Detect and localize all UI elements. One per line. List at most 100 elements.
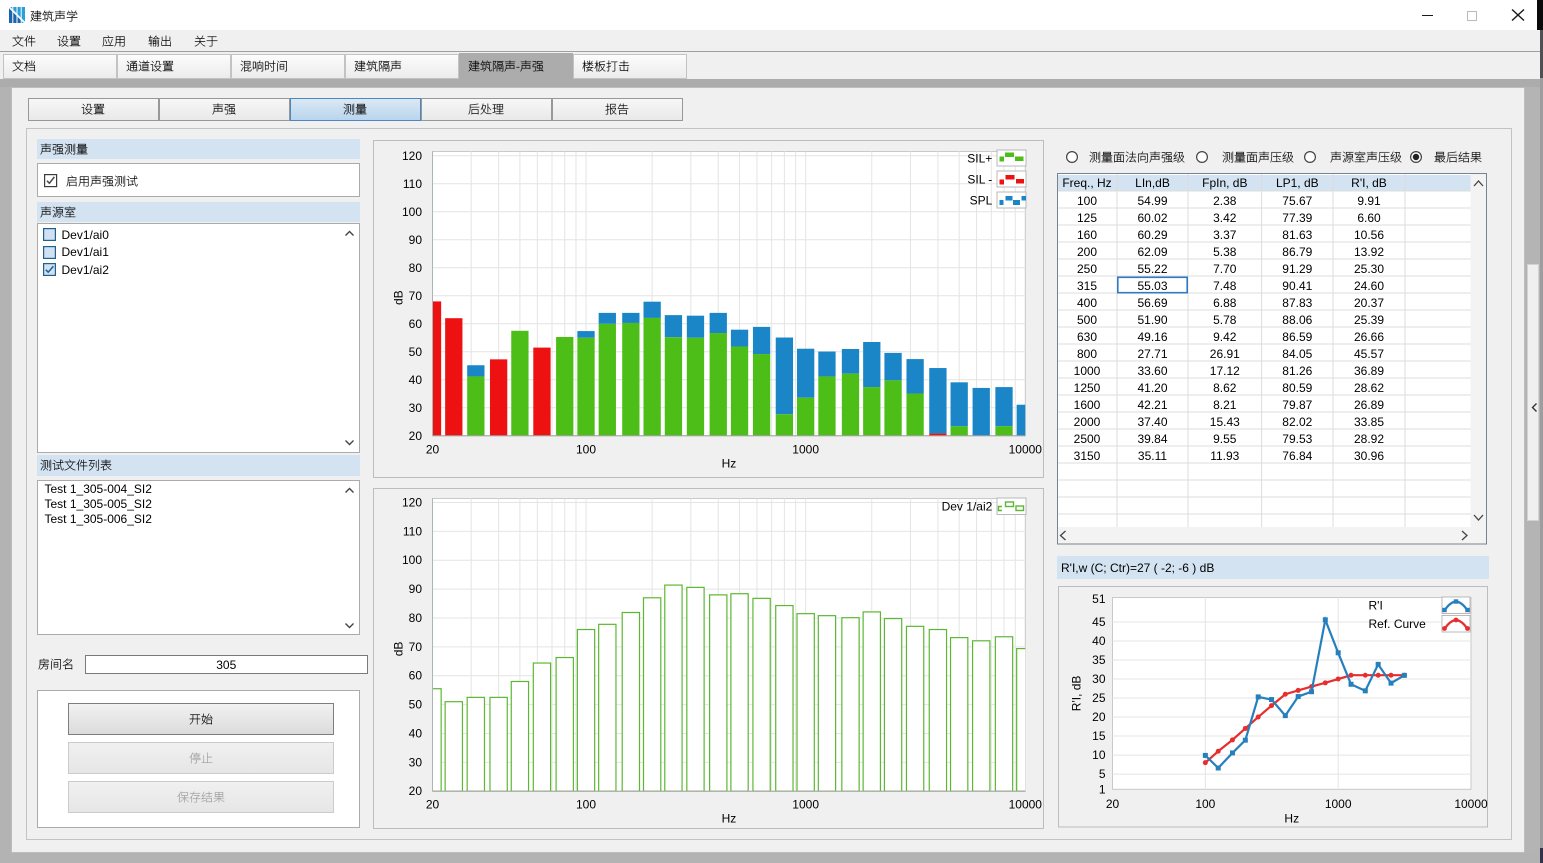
- svg-text:100: 100: [401, 204, 421, 218]
- svg-text:100: 100: [576, 797, 596, 811]
- svg-text:90: 90: [408, 232, 422, 246]
- svg-text:80.59: 80.59: [1282, 381, 1312, 395]
- svg-text:90.41: 90.41: [1282, 279, 1312, 293]
- svg-text:81.26: 81.26: [1282, 364, 1312, 378]
- svg-text:6.88: 6.88: [1213, 296, 1237, 310]
- svg-text:36.89: 36.89: [1354, 364, 1384, 378]
- svg-text:LIn,dB: LIn,dB: [1135, 176, 1170, 190]
- svg-text:77.39: 77.39: [1282, 211, 1312, 225]
- svg-text:200: 200: [1077, 245, 1097, 259]
- svg-text:120: 120: [401, 148, 421, 162]
- svg-text:20: 20: [408, 784, 422, 798]
- svg-text:2.38: 2.38: [1213, 194, 1237, 208]
- svg-text:3.37: 3.37: [1213, 228, 1237, 242]
- svg-text:120: 120: [401, 495, 421, 509]
- svg-text:250: 250: [1077, 262, 1097, 276]
- svg-text:dB: dB: [391, 290, 405, 305]
- svg-text:79.87: 79.87: [1282, 398, 1312, 412]
- svg-text:3150: 3150: [1074, 449, 1101, 463]
- svg-text:630: 630: [1077, 330, 1097, 344]
- svg-text:LP1, dB: LP1, dB: [1276, 176, 1319, 190]
- svg-text:10.56: 10.56: [1354, 228, 1384, 242]
- svg-text:26.66: 26.66: [1354, 330, 1384, 344]
- svg-text:R'I: R'I: [1368, 599, 1382, 613]
- svg-text:3.42: 3.42: [1213, 211, 1237, 225]
- svg-text:1: 1: [1098, 782, 1105, 796]
- svg-text:13.92: 13.92: [1354, 245, 1384, 259]
- svg-text:Freq., Hz: Freq., Hz: [1062, 176, 1111, 190]
- svg-text:6.60: 6.60: [1357, 211, 1381, 225]
- svg-text:Dev 1/ai2: Dev 1/ai2: [941, 499, 992, 513]
- svg-text:100: 100: [1077, 194, 1097, 208]
- svg-text:40: 40: [408, 372, 422, 386]
- svg-text:25: 25: [1092, 691, 1106, 705]
- svg-text:37.40: 37.40: [1137, 415, 1167, 429]
- svg-text:dB: dB: [391, 641, 405, 656]
- svg-text:80: 80: [408, 260, 422, 274]
- svg-text:1250: 1250: [1074, 381, 1101, 395]
- svg-text:82.02: 82.02: [1282, 415, 1312, 429]
- svg-text:1000: 1000: [792, 797, 819, 811]
- svg-text:17.12: 17.12: [1210, 364, 1240, 378]
- svg-text:10000: 10000: [1454, 797, 1488, 811]
- svg-text:62.09: 62.09: [1137, 245, 1167, 259]
- svg-text:315: 315: [1077, 279, 1097, 293]
- svg-text:39.84: 39.84: [1137, 432, 1167, 446]
- svg-text:110: 110: [402, 176, 421, 190]
- svg-text:100: 100: [576, 442, 596, 456]
- svg-text:100: 100: [401, 553, 421, 567]
- svg-text:5: 5: [1098, 767, 1105, 781]
- svg-text:9.91: 9.91: [1357, 194, 1381, 208]
- svg-text:9.55: 9.55: [1213, 432, 1237, 446]
- svg-text:26.89: 26.89: [1354, 398, 1384, 412]
- svg-text:R'I, dB: R'I, dB: [1069, 676, 1083, 712]
- svg-text:15.43: 15.43: [1210, 415, 1240, 429]
- svg-text:25.30: 25.30: [1354, 262, 1384, 276]
- svg-text:Hz: Hz: [1284, 811, 1299, 825]
- svg-text:86.79: 86.79: [1282, 245, 1312, 259]
- svg-text:30: 30: [1092, 672, 1106, 686]
- svg-text:60.29: 60.29: [1137, 228, 1167, 242]
- svg-text:88.06: 88.06: [1282, 313, 1312, 327]
- svg-text:10000: 10000: [1008, 442, 1042, 456]
- svg-text:51.90: 51.90: [1137, 313, 1167, 327]
- svg-text:40: 40: [1092, 634, 1106, 648]
- svg-text:5.38: 5.38: [1213, 245, 1237, 259]
- svg-text:90: 90: [408, 582, 422, 596]
- svg-text:8.62: 8.62: [1213, 381, 1237, 395]
- svg-text:30: 30: [408, 400, 422, 414]
- svg-text:55.22: 55.22: [1137, 262, 1167, 276]
- svg-text:28.92: 28.92: [1354, 432, 1384, 446]
- svg-text:28.62: 28.62: [1354, 381, 1384, 395]
- svg-text:SPL: SPL: [969, 193, 992, 207]
- svg-text:20: 20: [1105, 797, 1119, 811]
- svg-text:800: 800: [1077, 347, 1097, 361]
- svg-text:76.84: 76.84: [1282, 449, 1312, 463]
- svg-text:125: 125: [1077, 211, 1097, 225]
- svg-text:20: 20: [425, 442, 439, 456]
- svg-text:35: 35: [1092, 653, 1106, 667]
- svg-text:7.48: 7.48: [1213, 279, 1237, 293]
- svg-text:Ref. Curve: Ref. Curve: [1368, 617, 1426, 631]
- svg-text:60.02: 60.02: [1137, 211, 1167, 225]
- svg-text:8.21: 8.21: [1213, 398, 1237, 412]
- svg-text:25.39: 25.39: [1354, 313, 1384, 327]
- svg-text:7.70: 7.70: [1213, 262, 1237, 276]
- svg-text:80: 80: [408, 610, 422, 624]
- svg-text:30: 30: [408, 755, 422, 769]
- svg-text:2500: 2500: [1074, 432, 1101, 446]
- svg-text:30.96: 30.96: [1354, 449, 1384, 463]
- svg-text:10000: 10000: [1008, 797, 1042, 811]
- svg-text:84.05: 84.05: [1282, 347, 1312, 361]
- svg-text:5.78: 5.78: [1213, 313, 1237, 327]
- svg-text:9.42: 9.42: [1213, 330, 1237, 344]
- svg-text:1000: 1000: [792, 442, 819, 456]
- svg-text:91.29: 91.29: [1282, 262, 1312, 276]
- svg-text:41.20: 41.20: [1137, 381, 1167, 395]
- svg-text:20: 20: [425, 797, 439, 811]
- svg-text:SIL+: SIL+: [967, 151, 992, 165]
- svg-text:54.99: 54.99: [1137, 194, 1167, 208]
- svg-text:FpIn, dB: FpIn, dB: [1202, 176, 1247, 190]
- svg-text:70: 70: [408, 639, 422, 653]
- svg-text:51: 51: [1092, 592, 1106, 606]
